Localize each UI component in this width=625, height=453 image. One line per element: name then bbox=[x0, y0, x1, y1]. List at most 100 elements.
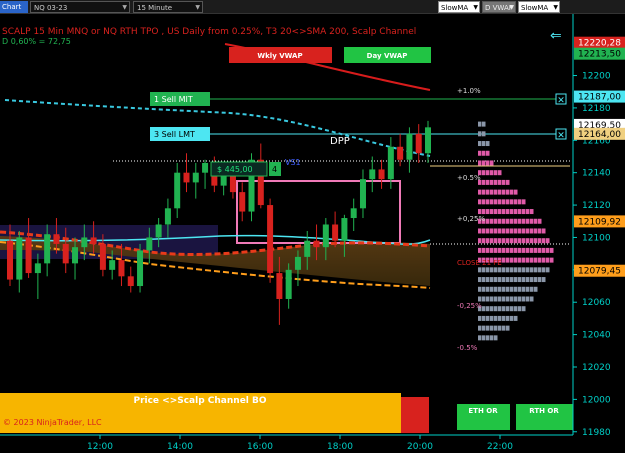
tpo-cell bbox=[490, 160, 494, 166]
back-arrow-icon[interactable]: ⇐ bbox=[550, 28, 562, 44]
tpo-cell bbox=[490, 199, 494, 205]
tpo-cell bbox=[478, 277, 482, 283]
tpo-cell bbox=[522, 247, 526, 253]
tpo-cell bbox=[478, 247, 482, 253]
tpo-cell bbox=[506, 189, 510, 195]
candle-body bbox=[350, 208, 357, 219]
price-chart[interactable]: SCALP 15 Min MNQ or NQ RTH TPO , US Dail… bbox=[0, 14, 625, 453]
candle-body bbox=[406, 133, 413, 160]
candle-body bbox=[332, 224, 339, 241]
cancel-sell-mit-button[interactable]: ✕ bbox=[555, 93, 567, 106]
tpo-cell bbox=[478, 131, 482, 137]
candle-body bbox=[341, 218, 348, 241]
tpo-cell bbox=[490, 315, 494, 321]
tpo-cell bbox=[482, 209, 486, 215]
tpo-cell bbox=[482, 325, 486, 331]
tpo-cell bbox=[538, 218, 542, 224]
tpo-cell bbox=[478, 160, 482, 166]
day-vwap-button[interactable]: Day VWAP bbox=[344, 47, 431, 63]
tpo-cell bbox=[518, 277, 522, 283]
tpo-cell bbox=[514, 247, 518, 253]
candle-body bbox=[146, 237, 153, 251]
tpo-cell bbox=[522, 286, 526, 292]
candle-body bbox=[127, 276, 134, 287]
tpo-cell bbox=[478, 238, 482, 244]
tpo-cell bbox=[482, 247, 486, 253]
eth-or-label: ETH OR bbox=[468, 407, 498, 415]
tpo-cell bbox=[494, 286, 498, 292]
chart-toolbar: Chart NQ 03-23 ▼ 15 Minute ▼ SlowMA ▼ D … bbox=[0, 0, 625, 14]
tpo-cell bbox=[510, 267, 514, 273]
tpo-cell bbox=[494, 277, 498, 283]
tpo-cell bbox=[514, 238, 518, 244]
tpo-cell bbox=[498, 286, 502, 292]
tpo-cell bbox=[510, 296, 514, 302]
eth-or-button[interactable]: ETH OR bbox=[457, 404, 510, 430]
tpo-cell bbox=[546, 238, 550, 244]
y-tick-label: 12200 bbox=[582, 72, 611, 82]
tpo-cell bbox=[534, 247, 538, 253]
tpo-cell bbox=[518, 228, 522, 234]
wkly-vwap-button[interactable]: Wkly VWAP bbox=[229, 47, 332, 63]
y-tick-label: 12140 bbox=[582, 169, 611, 179]
tpo-cell bbox=[542, 257, 546, 263]
tpo-cell bbox=[494, 179, 498, 185]
tpo-cell bbox=[486, 335, 490, 341]
position-pnl[interactable]: $ 445,00 4 bbox=[210, 161, 281, 177]
candle-body bbox=[81, 237, 88, 248]
tpo-cell bbox=[538, 277, 542, 283]
chart-tab[interactable]: Chart bbox=[0, 1, 28, 13]
candle-body bbox=[397, 146, 404, 160]
indicator-slowma-2[interactable]: SlowMA ▼ bbox=[518, 1, 560, 13]
instrument-selector[interactable]: NQ 03-23 ▼ bbox=[30, 1, 130, 13]
sell-lmt-order[interactable]: 3 Sell LMT bbox=[150, 127, 210, 141]
candle-body bbox=[415, 133, 422, 154]
tpo-cell bbox=[502, 306, 506, 312]
day-vwap-label: Day VWAP bbox=[367, 52, 408, 60]
period-selector[interactable]: 15 Minute ▼ bbox=[133, 1, 203, 13]
tpo-cell bbox=[518, 218, 522, 224]
price-label-text: 12079,45 bbox=[578, 267, 621, 277]
tpo-cell bbox=[498, 315, 502, 321]
candle-body bbox=[99, 243, 106, 270]
tpo-cell bbox=[486, 199, 490, 205]
scalp-bo-marker bbox=[401, 397, 429, 433]
tpo-cell bbox=[494, 315, 498, 321]
x-tick-label: 22:00 bbox=[487, 442, 513, 452]
tpo-cell bbox=[494, 325, 498, 331]
tpo-cell bbox=[478, 286, 482, 292]
candle-body bbox=[192, 172, 199, 183]
tpo-cell bbox=[506, 209, 510, 215]
candle-body bbox=[53, 234, 60, 244]
tpo-cell bbox=[514, 286, 518, 292]
y-tick-label: 12180 bbox=[582, 104, 611, 114]
tpo-cell bbox=[514, 257, 518, 263]
tpo-cell bbox=[494, 267, 498, 273]
scalp-bo-label: Price <>Scalp Channel BO bbox=[133, 396, 266, 406]
candle-body bbox=[137, 250, 144, 287]
tpo-cell bbox=[518, 238, 522, 244]
tpo-cell bbox=[494, 209, 498, 215]
tpo-cell bbox=[490, 277, 494, 283]
rth-or-button[interactable]: RTH OR bbox=[516, 404, 573, 430]
tpo-cell bbox=[490, 218, 494, 224]
cancel-sell-lmt-button[interactable]: ✕ bbox=[555, 128, 567, 141]
tpo-cell bbox=[498, 306, 502, 312]
tpo-cell bbox=[478, 150, 482, 156]
indicator-slowma-1[interactable]: SlowMA ▼ bbox=[438, 1, 480, 13]
tpo-cell bbox=[498, 296, 502, 302]
tpo-cell bbox=[530, 277, 534, 283]
tpo-cell bbox=[502, 247, 506, 253]
tpo-cell bbox=[514, 296, 518, 302]
tpo-cell bbox=[494, 189, 498, 195]
y-tick-label: 12000 bbox=[582, 395, 611, 405]
sell-mit-order[interactable]: 1 Sell MIT bbox=[150, 92, 210, 106]
tpo-cell bbox=[486, 306, 490, 312]
tpo-cell bbox=[486, 228, 490, 234]
tpo-cell bbox=[482, 238, 486, 244]
indicator-dvwap[interactable]: D VWAP ▼ bbox=[482, 1, 516, 13]
tpo-cell bbox=[530, 238, 534, 244]
tpo-cell bbox=[514, 228, 518, 234]
tpo-cell bbox=[514, 277, 518, 283]
tpo-cell bbox=[526, 238, 530, 244]
